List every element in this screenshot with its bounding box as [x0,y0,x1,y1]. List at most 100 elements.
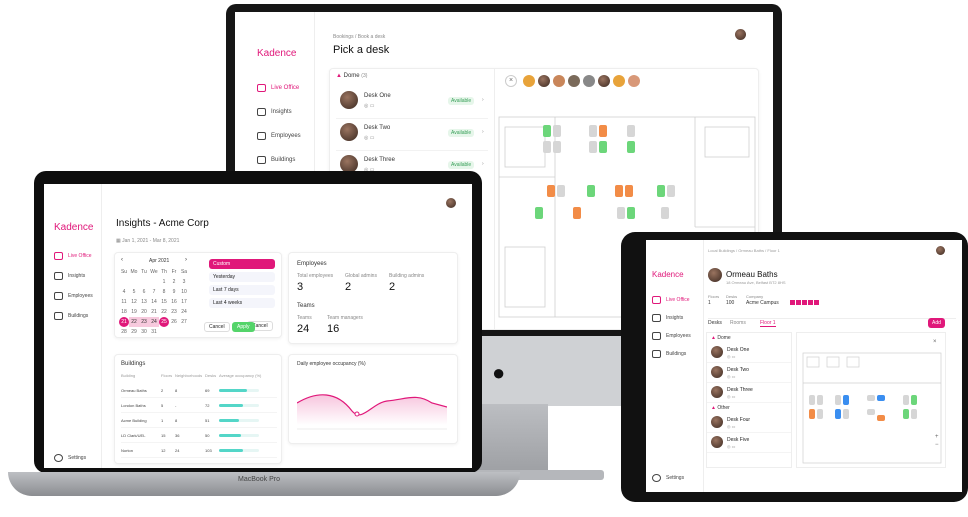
desk-unavailable [867,409,875,415]
table-row[interactable]: LD Clark/UEL 15 36 50 [121,428,277,443]
laptop-nav-settings[interactable]: Settings [54,454,86,462]
desk-available[interactable] [903,409,909,419]
preset-yesterday[interactable]: Yesterday [209,272,275,282]
desk-booked[interactable] [615,185,623,197]
imac-nav-buildings[interactable]: Buildings [257,156,295,164]
tablet-user-avatar[interactable] [936,246,945,255]
desk-selected[interactable] [835,409,841,419]
desk-row[interactable]: Desk One ◎ ▭ Available › [336,87,488,119]
imac-nav-live-office[interactable]: Live Office [257,84,299,92]
desk-available[interactable] [599,141,607,153]
stat-value: Acme Campus [746,300,779,306]
tablet-nav-live-office[interactable]: Live Office [652,296,690,304]
building-icon [54,252,63,260]
desk-booked[interactable] [877,415,885,421]
desk-row[interactable]: Desk Three ◎ ▭ [707,383,791,403]
desk-row[interactable]: Desk Five ◎ ▭ [707,433,791,453]
grid-icon [652,350,661,358]
close-icon[interactable]: × [505,75,517,87]
desk-row[interactable]: Desk Two ◎ ▭ [707,363,791,383]
close-icon[interactable]: × [933,339,937,345]
desk-available[interactable] [657,185,665,197]
chart-point[interactable] [354,411,360,417]
status-badge: Available [448,161,475,169]
zoom-controls[interactable]: + − [935,433,939,449]
desk-name: Desk Three [727,387,753,393]
apply-button[interactable]: Apply [232,322,255,332]
tablet-floor-map[interactable]: × + − [796,332,946,468]
employees-title: Employees [297,261,327,267]
table-row[interactable]: London Baths 5 - 72 [121,398,277,413]
tablet-nav-insights[interactable]: Insights [652,314,683,322]
avatar[interactable] [553,75,565,87]
chevron-left-icon[interactable]: ‹ [121,257,123,263]
desk-booked[interactable] [809,409,815,419]
imac-nav-employees[interactable]: Employees [257,132,301,140]
date-range[interactable]: ▦ Jan 1, 2021 - Mar 8, 2021 [116,238,179,244]
buildings-card: Buildings Building Floors Neighborhoods … [114,354,282,464]
add-button[interactable]: Add [928,318,945,328]
desk-selected[interactable] [877,395,885,401]
table-row[interactable]: Norton 12 24 103 [121,443,277,458]
zone-other[interactable]: ▲ Other [707,403,791,413]
zone-header[interactable]: ▲ Dome (3) [336,73,367,79]
zone-dome[interactable]: ▲ Dome [707,333,791,343]
desk-selected[interactable] [843,395,849,405]
desk-row[interactable]: Desk One ◎ ▭ [707,343,791,363]
chevron-right-icon[interactable]: › [185,257,187,263]
avatar[interactable] [613,75,625,87]
desk-available[interactable] [587,185,595,197]
laptop-nav-insights[interactable]: Insights [54,272,85,280]
tablet-nav-employees[interactable]: Employees [652,332,691,340]
tablet-nav-settings[interactable]: Settings [652,474,684,482]
table-row[interactable]: Ormeau Baths 2 8 69 [121,383,277,398]
desk-meta: ◎ ▭ [364,103,375,109]
laptop-nav-employees[interactable]: Employees [54,292,93,300]
desk-row[interactable]: Desk Four ◎ ▭ [707,413,791,433]
laptop-user-avatar[interactable] [446,198,456,208]
imac-user-avatar[interactable] [735,29,746,40]
gear-icon [54,454,63,462]
avatar[interactable] [568,75,580,87]
avatar[interactable] [598,75,610,87]
desk-available[interactable] [535,207,543,219]
avatar[interactable] [583,75,595,87]
stat-value: 3 [297,281,304,293]
tablet-desk-list: ▲ Dome Desk One ◎ ▭ Desk Two ◎ ▭ Desk Three ◎… [706,332,792,468]
table-cell: 24 [175,447,180,453]
desk-available[interactable] [627,141,635,153]
calendar-grid[interactable]: Su Mo Tu We Th Fr Sa 123 4 5 6 7 8 9 10 11 12 13 14 15 16… [119,267,189,337]
preset-custom[interactable]: Custom [209,259,275,269]
imac-nav-insights[interactable]: Insights [257,108,292,116]
laptop-nav-buildings[interactable]: Buildings [54,312,88,320]
desk-booked[interactable] [625,185,633,197]
preset-last-4-weeks[interactable]: Last 4 weeks [209,298,275,308]
desk-available[interactable] [911,395,917,405]
desk-available[interactable] [543,125,551,137]
table-cell: London Baths [121,402,146,408]
table-row[interactable]: Acme Building 1 8 51 [121,413,277,428]
cancel-button-visible[interactable]: Cancel [204,322,230,332]
desk-booked[interactable] [599,125,607,137]
desk-name: Desk Four [727,417,751,423]
preset-list: Custom Yesterday Last 7 days Last 4 week… [209,259,275,308]
desk-meta: ◎ ▭ [727,424,736,429]
avatar[interactable] [523,75,535,87]
avatar[interactable] [538,75,550,87]
tab-floor[interactable]: Floor 1 [760,320,776,327]
laptop-nav-live-office[interactable]: Live Office [54,252,92,260]
desk-booked[interactable] [547,185,555,197]
desk-row[interactable]: Desk Two ◎ ▭ Available › [336,119,488,151]
table-cell: Acme Building [121,417,147,423]
desk-unavailable [835,395,841,405]
desk-booked[interactable] [573,207,581,219]
tab-rooms[interactable]: Rooms [730,320,746,326]
chevron-right-icon: › [482,161,484,167]
avatar[interactable] [628,75,640,87]
tablet-sidebar: Kadence Live Office Insights Employees B… [646,240,704,492]
tablet-nav-buildings[interactable]: Buildings [652,350,686,358]
floor-selector[interactable] [790,300,819,305]
tab-desks[interactable]: Desks [708,320,722,326]
preset-last-7-days[interactable]: Last 7 days [209,285,275,295]
desk-available[interactable] [627,207,635,219]
